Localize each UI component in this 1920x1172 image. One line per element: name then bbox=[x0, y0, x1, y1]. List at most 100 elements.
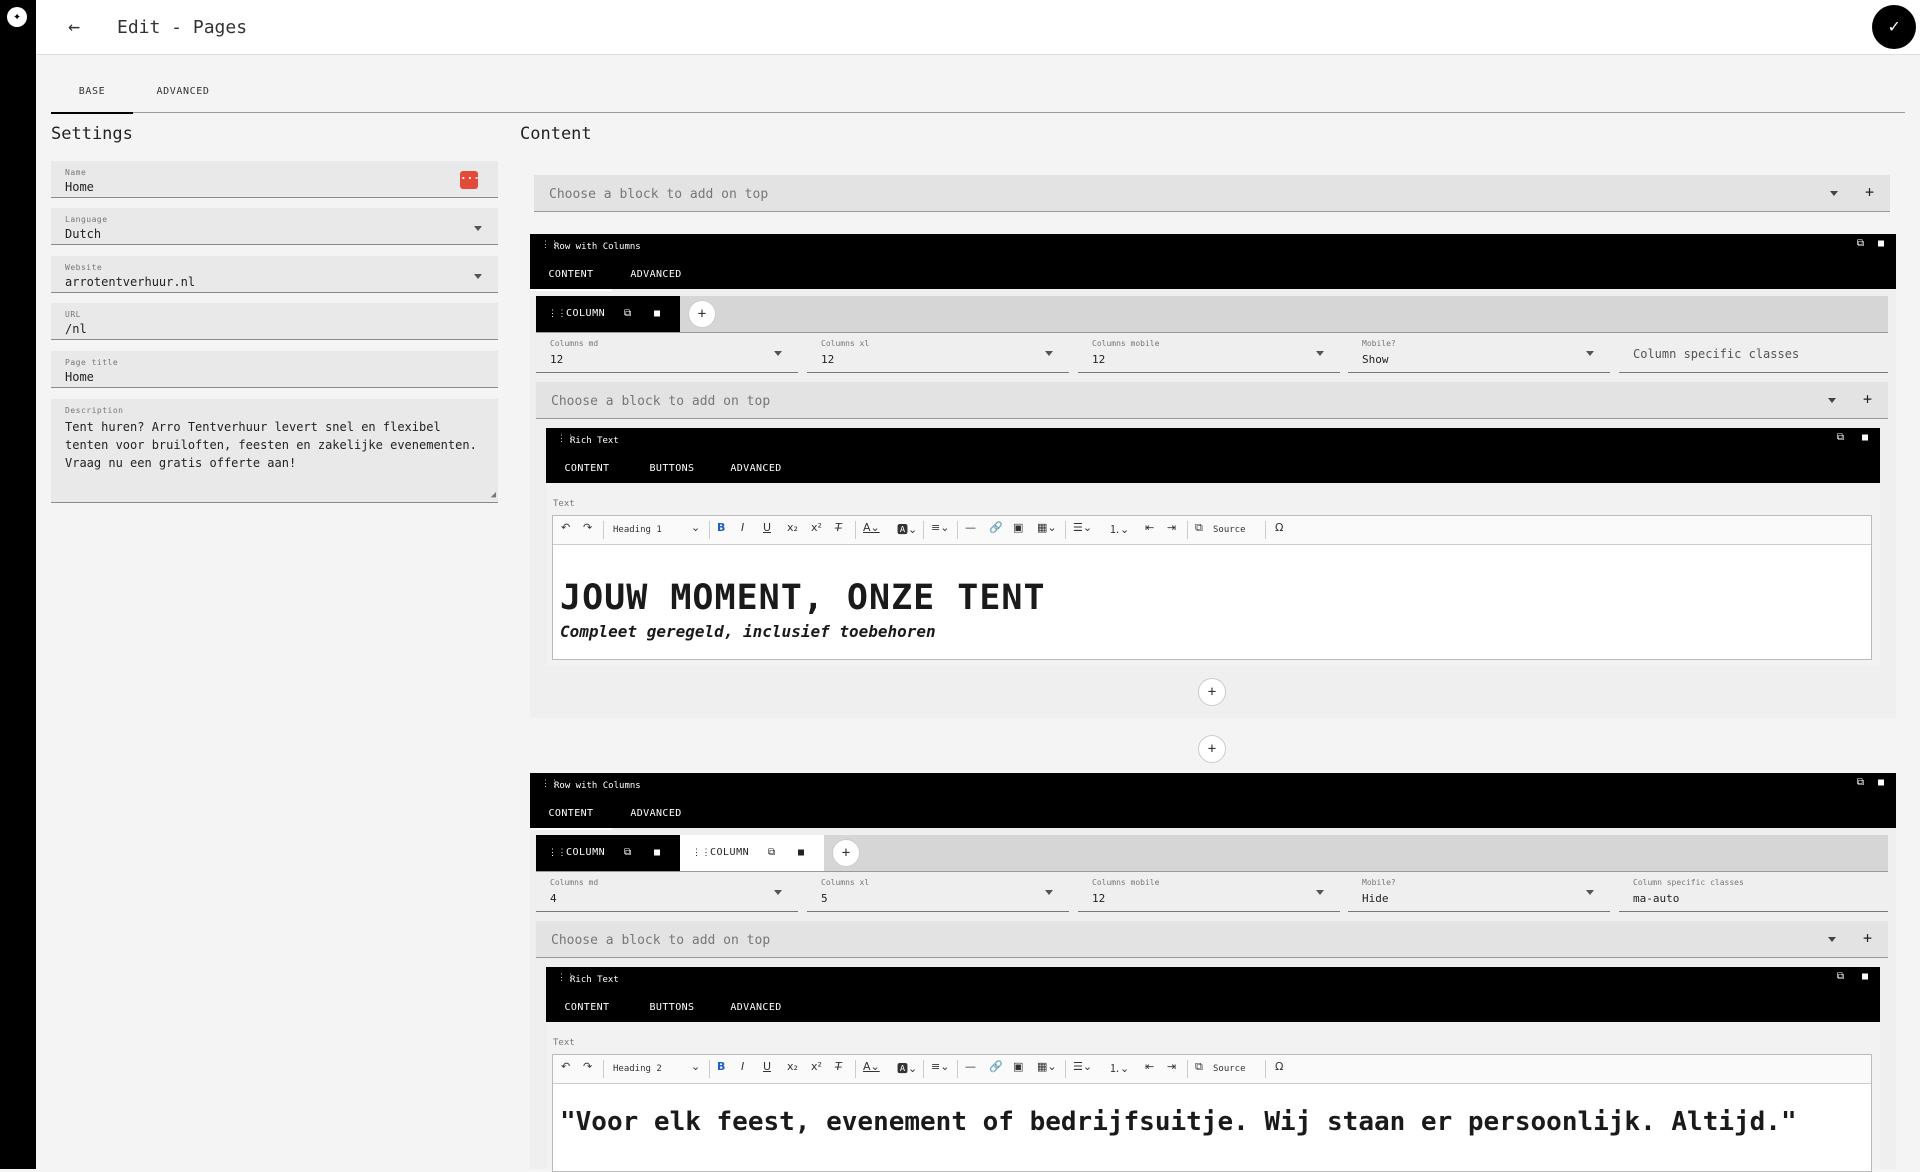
tab-advanced[interactable]: ADVANCED bbox=[614, 802, 698, 828]
bold-icon[interactable]: B bbox=[717, 521, 725, 534]
table-icon[interactable]: ▦⌄ bbox=[1037, 521, 1057, 534]
tab-base[interactable]: BASE bbox=[51, 76, 133, 114]
subscript-icon[interactable]: x₂ bbox=[787, 521, 798, 534]
tab-content[interactable]: CONTENT bbox=[546, 996, 628, 1024]
tab-advanced[interactable]: ADVANCED bbox=[141, 76, 225, 112]
column-classes-input[interactable]: Column specific classes ma-auto bbox=[1619, 873, 1888, 912]
chevron-down-icon[interactable]: ⌄ bbox=[691, 1060, 700, 1073]
indent-icon[interactable]: ⇥ bbox=[1167, 1060, 1176, 1073]
column-chip[interactable]: ⋮⋮ COLUMN ⧉ ■ bbox=[536, 835, 680, 871]
underline-icon[interactable]: U bbox=[763, 521, 771, 534]
source-icon[interactable]: ⧉ bbox=[1195, 521, 1203, 535]
undo-icon[interactable]: ↶ bbox=[561, 1060, 570, 1073]
columns-md-select[interactable]: Columns md 4 bbox=[536, 873, 798, 912]
superscript-icon[interactable]: x² bbox=[811, 521, 822, 534]
redo-icon[interactable]: ↷ bbox=[583, 1060, 592, 1073]
description-textarea[interactable]: Description Tent huren? Arro Tentverhuur… bbox=[51, 399, 498, 503]
add-block-below-button[interactable]: + bbox=[1198, 678, 1226, 706]
source-icon[interactable]: ⧉ bbox=[1195, 1060, 1203, 1074]
delete-icon[interactable]: ■ bbox=[1878, 777, 1884, 788]
columns-xl-select[interactable]: Columns xl 12 bbox=[807, 334, 1069, 373]
add-block-select[interactable]: Choose a block to add on top + bbox=[536, 382, 1888, 419]
bulleted-list-icon[interactable]: ☰⌄ bbox=[1073, 1060, 1092, 1073]
more-options-icon[interactable]: ··· bbox=[460, 171, 480, 189]
delete-icon[interactable]: ■ bbox=[1878, 238, 1884, 249]
align-icon[interactable]: ≡⌄ bbox=[931, 521, 949, 534]
url-field[interactable]: URL /nl bbox=[51, 303, 498, 340]
special-character-icon[interactable]: Ω bbox=[1275, 521, 1283, 534]
add-block-plus-icon[interactable]: + bbox=[1863, 929, 1872, 947]
language-select[interactable]: Language Dutch bbox=[51, 208, 498, 245]
copy-icon[interactable]: ⧉ bbox=[1837, 971, 1844, 982]
subscript-icon[interactable]: x₂ bbox=[787, 1060, 798, 1073]
background-color-icon[interactable]: 🅰⌄ bbox=[897, 521, 917, 537]
special-character-icon[interactable]: Ω bbox=[1275, 1060, 1283, 1073]
richtext-editor[interactable]: ↶ ↷ Heading 1 ⌄ B I U x₂ x² T̶ A⌄ 🅰⌄ ≡⌄ … bbox=[552, 515, 1872, 660]
image-icon[interactable]: ▣ bbox=[1013, 521, 1023, 534]
horizontal-line-icon[interactable]: — bbox=[965, 1060, 976, 1073]
columns-xl-select[interactable]: Columns xl 5 bbox=[807, 873, 1069, 912]
add-block-top-select[interactable]: Choose a block to add on top + bbox=[534, 175, 1890, 212]
tab-content[interactable]: CONTENT bbox=[546, 457, 628, 485]
delete-icon[interactable]: ■ bbox=[1862, 971, 1868, 982]
delete-icon[interactable]: ■ bbox=[654, 296, 661, 332]
add-column-button[interactable]: + bbox=[688, 300, 716, 328]
link-icon[interactable]: 🔗 bbox=[989, 1060, 1003, 1073]
copy-icon[interactable]: ⧉ bbox=[1857, 777, 1864, 788]
image-icon[interactable]: ▣ bbox=[1013, 1060, 1023, 1073]
columns-mobile-select[interactable]: Columns mobile 12 bbox=[1078, 873, 1340, 912]
source-button[interactable]: Source bbox=[1213, 1055, 1246, 1083]
website-select[interactable]: Website arrotentverhuur.nl bbox=[51, 256, 498, 293]
name-field[interactable]: Name Home ··· bbox=[51, 161, 498, 198]
column-chip[interactable]: ⋮⋮ COLUMN ⧉ ■ bbox=[536, 296, 680, 332]
resize-handle-icon[interactable]: ◢ bbox=[491, 490, 496, 500]
tab-buttons[interactable]: BUTTONS bbox=[630, 457, 714, 483]
brand-logo-icon[interactable]: ✦ bbox=[7, 7, 27, 27]
delete-icon[interactable]: ■ bbox=[798, 835, 805, 871]
undo-icon[interactable]: ↶ bbox=[561, 521, 570, 534]
drag-handle-icon[interactable]: ⋮⋮ bbox=[548, 296, 567, 332]
tab-advanced[interactable]: ADVANCED bbox=[614, 263, 698, 289]
clear-format-icon[interactable]: T̶ bbox=[835, 521, 842, 534]
add-block-select[interactable]: Choose a block to add on top + bbox=[536, 921, 1888, 958]
drag-handle-icon[interactable]: ⋮⋮ bbox=[692, 835, 711, 871]
mobile-visibility-select[interactable]: Mobile? Hide bbox=[1348, 873, 1610, 912]
link-icon[interactable]: 🔗 bbox=[989, 521, 1003, 534]
indent-icon[interactable]: ⇥ bbox=[1167, 521, 1176, 534]
numbered-list-icon[interactable]: ⒈⌄ bbox=[1109, 1060, 1129, 1076]
heading-select[interactable]: Heading 1 bbox=[613, 516, 662, 544]
background-color-icon[interactable]: 🅰⌄ bbox=[897, 1060, 917, 1076]
mobile-visibility-select[interactable]: Mobile? Show bbox=[1348, 334, 1610, 373]
tab-buttons[interactable]: BUTTONS bbox=[630, 996, 714, 1022]
underline-icon[interactable]: U bbox=[763, 1060, 771, 1073]
column-classes-input[interactable]: Column specific classes bbox=[1619, 334, 1888, 373]
superscript-icon[interactable]: x² bbox=[811, 1060, 822, 1073]
italic-icon[interactable]: I bbox=[741, 1060, 744, 1073]
add-column-button[interactable]: + bbox=[832, 839, 860, 867]
bold-icon[interactable]: B bbox=[717, 1060, 725, 1073]
add-block-plus-icon[interactable]: + bbox=[1863, 390, 1872, 408]
numbered-list-icon[interactable]: ⒈⌄ bbox=[1109, 521, 1129, 537]
back-arrow-icon[interactable]: ← bbox=[68, 14, 80, 38]
heading-select[interactable]: Heading 2 bbox=[613, 1055, 662, 1083]
font-color-icon[interactable]: A⌄ bbox=[863, 1060, 880, 1073]
tab-advanced[interactable]: ADVANCED bbox=[714, 996, 798, 1022]
delete-icon[interactable]: ■ bbox=[1862, 432, 1868, 443]
outdent-icon[interactable]: ⇤ bbox=[1145, 1060, 1154, 1073]
bulleted-list-icon[interactable]: ☰⌄ bbox=[1073, 521, 1092, 534]
chevron-down-icon[interactable]: ⌄ bbox=[691, 521, 700, 534]
save-button[interactable]: ✓ bbox=[1872, 5, 1916, 49]
horizontal-line-icon[interactable]: — bbox=[965, 521, 976, 534]
page-title-field[interactable]: Page title Home bbox=[51, 351, 498, 388]
redo-icon[interactable]: ↷ bbox=[583, 521, 592, 534]
table-icon[interactable]: ▦⌄ bbox=[1037, 1060, 1057, 1073]
italic-icon[interactable]: I bbox=[741, 521, 744, 534]
copy-icon[interactable]: ⧉ bbox=[1857, 238, 1864, 249]
copy-icon[interactable]: ⧉ bbox=[1837, 432, 1844, 443]
add-row-button[interactable]: + bbox=[1198, 735, 1226, 763]
copy-icon[interactable]: ⧉ bbox=[768, 835, 776, 871]
clear-format-icon[interactable]: T̶ bbox=[835, 1060, 842, 1073]
copy-icon[interactable]: ⧉ bbox=[624, 835, 632, 871]
columns-mobile-select[interactable]: Columns mobile 12 bbox=[1078, 334, 1340, 373]
copy-icon[interactable]: ⧉ bbox=[624, 296, 632, 332]
